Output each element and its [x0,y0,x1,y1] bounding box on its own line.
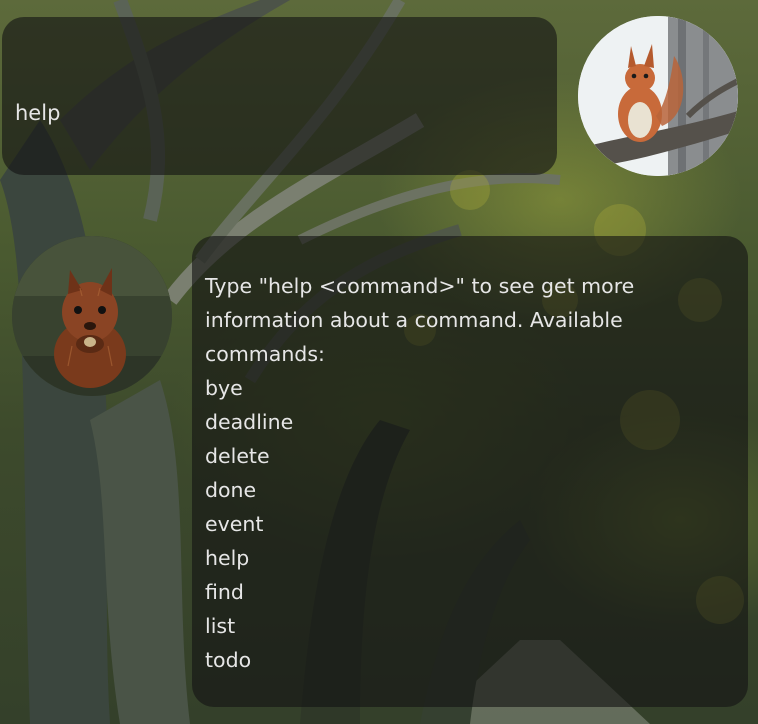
user-avatar [578,16,738,176]
bot-message-bubble: Type "help <command>" to see get more in… [192,236,748,707]
user-message-text: help [15,101,61,125]
command-item-event: event [205,512,264,536]
command-item-bye: bye [205,376,243,400]
user-message-bubble: help [2,17,557,175]
squirrel-eating-icon [12,236,172,396]
command-item-list: list [205,614,236,638]
bot-message-text: Type "help <command>" to see get more in… [205,269,675,677]
command-item-delete: delete [205,444,270,468]
squirrel-on-branch-icon [578,16,738,176]
command-item-find: find [205,580,244,604]
command-item-todo: todo [205,648,252,672]
bot-message-line: Type "help <command>" to see get more [205,274,635,298]
command-item-deadline: deadline [205,410,294,434]
command-item-help: help [205,546,250,570]
bot-message-line: information about a command. Available [205,308,623,332]
bot-message-line: commands: [205,342,325,366]
bot-avatar [12,236,172,396]
command-item-done: done [205,478,257,502]
